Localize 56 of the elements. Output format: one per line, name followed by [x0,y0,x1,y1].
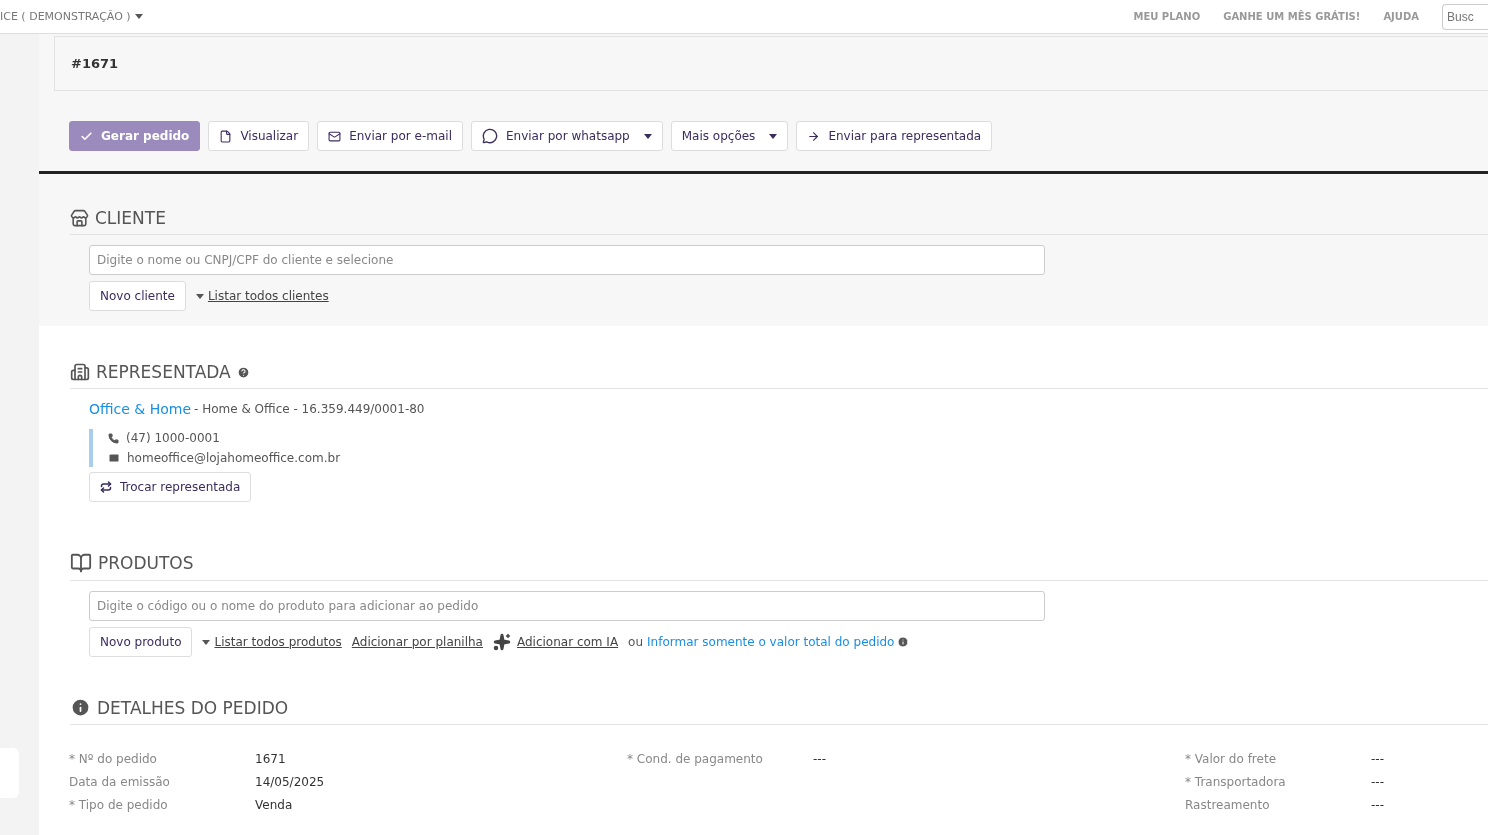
swap-icon [100,481,112,493]
section-title: CLIENTE [95,208,166,228]
field-label: * Nº do pedido [69,752,158,766]
list-clients-link[interactable]: Listar todos clientes [207,289,329,303]
action-button[interactable]: Enviar por e-mail [317,121,463,151]
building-icon [70,362,90,382]
chat-bubble-icon [482,128,498,144]
action-button[interactable]: Enviar para representada [796,121,993,151]
field-label: * Cond. de pagamento [627,752,764,766]
info-icon [897,636,910,648]
info-icon [70,697,91,718]
caret-icon [195,293,204,299]
account-menu[interactable]: ICE ( DEMONSTRAÇÃO ) [0,10,143,23]
field-value: 1671 [255,752,287,766]
field-value: --- [1371,752,1385,766]
section-title: PRODUTOS [98,553,194,573]
section-title: REPRESENTADA [96,362,231,382]
product-search-field[interactable]: Digite o código ou o nome do produto para adicionar ao pedido [89,591,1045,621]
or-text: ou [628,635,644,649]
action-button[interactable]: Mais opções [670,121,789,151]
new-product-button[interactable]: Novo produto [89,627,193,657]
client-search-field[interactable]: Digite o nome ou CNPJ/CPF do cliente e selecione [89,245,1045,275]
phone-icon [108,432,119,444]
field-value: --- [813,752,827,766]
spreadsheet-link[interactable]: Adicionar por planilha [351,635,483,649]
list-products-link[interactable]: Listar todos produtos [214,635,342,649]
order-number: #1671 [54,36,1488,91]
sparkle-icon [493,633,511,651]
search-field[interactable]: Busc [1442,3,1488,30]
phone-number: (47) 1000-0001 [126,431,220,445]
check-icon [80,129,93,143]
ai-add-link[interactable]: Adicionar com IA [517,635,619,649]
help-icon [236,365,250,379]
field-value: --- [1371,775,1385,789]
field-label: * Transportadora [1185,775,1287,789]
action-button[interactable]: Enviar por whatsapp [471,121,663,151]
book-icon [70,552,92,574]
total-value-link[interactable]: Informar somente o valor total do pedido [647,635,895,649]
file-icon [219,129,233,143]
store-icon [70,208,89,228]
caret-icon [202,639,211,645]
field-label: * Valor do frete [1185,752,1277,766]
company-details: - Home & Office - 16.359.449/0001-80 [194,402,425,416]
field-label: * Tipo de pedido [69,798,169,812]
field-value: 14/05/2025 [255,775,326,789]
action-button[interactable]: Visualizar [208,121,310,151]
arrow-right-icon [807,129,821,143]
field-value: --- [1371,798,1385,812]
field-value: Venda [255,798,294,812]
email-address: homeoffice@lojahomeoffice.com.br [127,451,341,465]
company-link[interactable]: Office & Home [89,401,192,417]
section-title: DETALHES DO PEDIDO [97,697,289,718]
new-client-button[interactable]: Novo cliente [89,281,186,311]
field-label: Rastreamento [1185,798,1271,812]
switch-company-button[interactable]: Trocar representada [89,472,252,502]
field-label: Data da emissão [69,775,171,789]
